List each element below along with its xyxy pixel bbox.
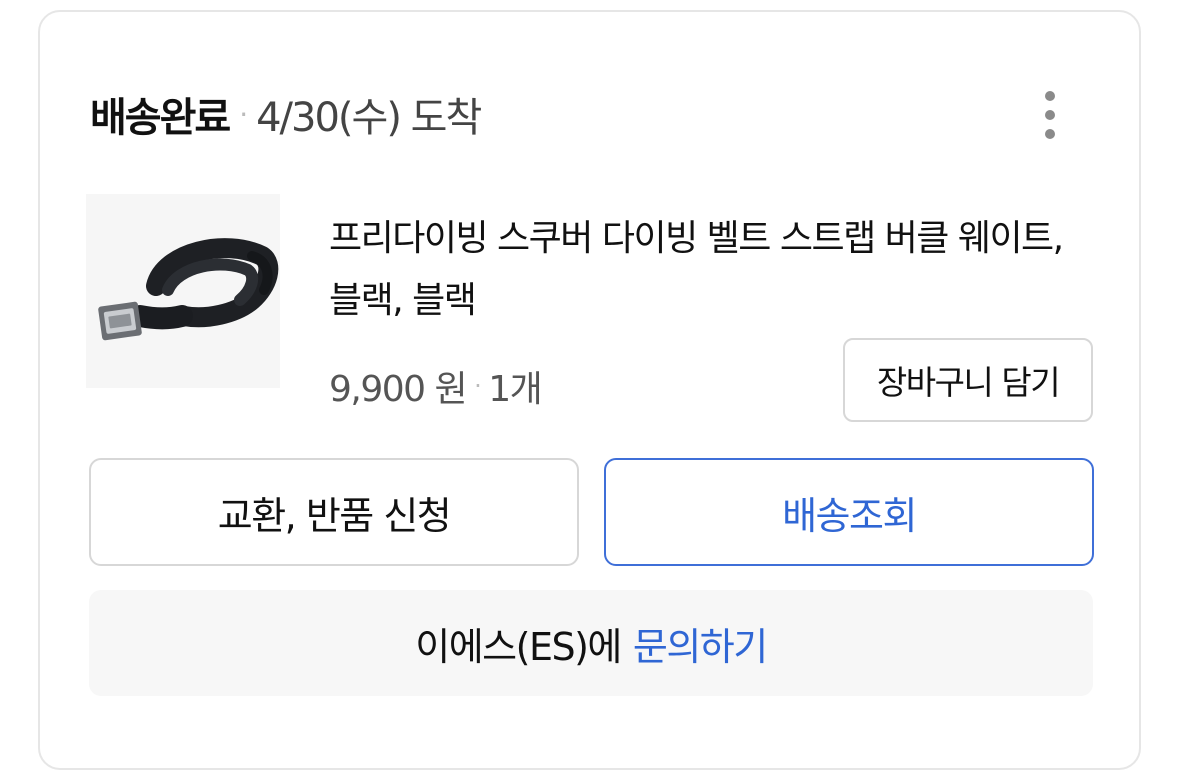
more-dot (1045, 91, 1055, 101)
order-header: 배송완료 · 4/30(수) 도착 (90, 84, 482, 144)
track-delivery-button[interactable]: 배송조회 (604, 458, 1094, 566)
product-price: 9,900 원 (329, 369, 468, 410)
status-separator: · (239, 97, 249, 131)
product-quantity: 1개 (488, 369, 543, 410)
seller-inquiry-bar: 이에스(ES)에 문의하기 (89, 590, 1093, 696)
arrival-date: 4/30(수) 도착 (256, 95, 482, 141)
price-row: 9,900 원 · 1개 (329, 358, 543, 414)
price-separator: · (474, 372, 482, 400)
add-to-cart-button[interactable]: 장바구니 담기 (843, 338, 1093, 422)
more-dot (1045, 129, 1055, 139)
exchange-return-button[interactable]: 교환, 반품 신청 (89, 458, 579, 566)
more-dot (1045, 110, 1055, 120)
inquiry-link[interactable]: 문의하기 (633, 616, 768, 671)
diving-belt-image (98, 238, 279, 341)
product-name[interactable]: 프리다이빙 스쿠버 다이빙 벨트 스트랩 버클 웨이트, 블랙, 블랙 (329, 208, 1099, 332)
seller-name-text: 이에스(ES)에 (415, 624, 622, 669)
more-options-icon[interactable] (1028, 78, 1072, 152)
order-card: 배송완료 · 4/30(수) 도착 프리다이빙 스쿠버 다이빙 벨트 스트랩 버… (38, 10, 1141, 770)
product-thumbnail[interactable] (86, 194, 280, 388)
delivery-status: 배송완료 (90, 95, 231, 141)
